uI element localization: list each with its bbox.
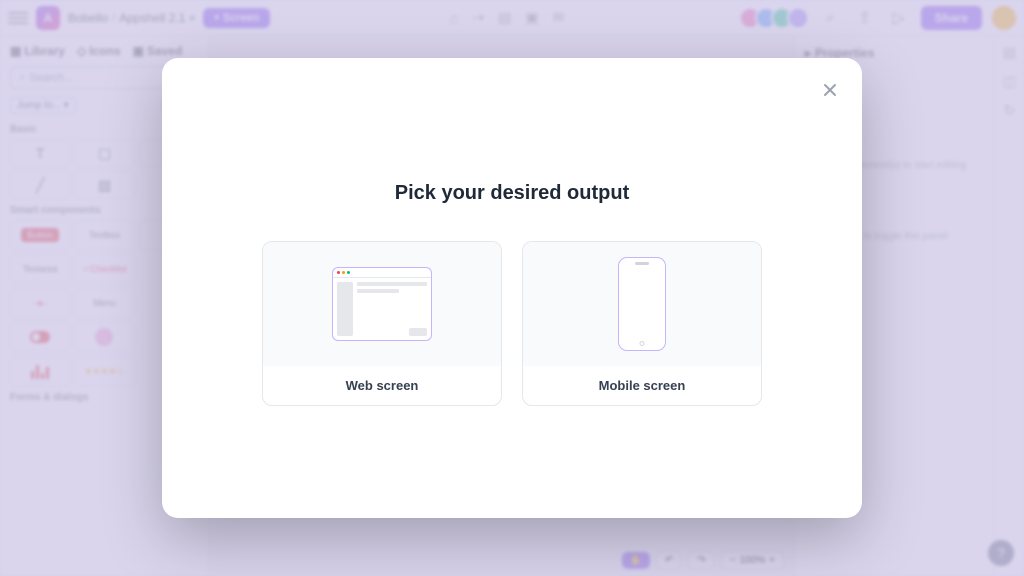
option-mobile-label: Mobile screen [523, 366, 761, 405]
option-web-screen[interactable]: Web screen [262, 241, 502, 406]
output-picker-modal: Pick your desired output [162, 58, 862, 518]
option-web-label: Web screen [263, 366, 501, 405]
close-button[interactable] [818, 78, 842, 102]
modal-title: Pick your desired output [395, 182, 629, 205]
phone-frame-icon [618, 257, 666, 351]
option-mobile-screen[interactable]: Mobile screen [522, 241, 762, 406]
mobile-preview [523, 242, 761, 366]
web-preview [263, 242, 501, 366]
browser-window-icon [332, 267, 432, 341]
close-icon [822, 82, 838, 98]
modal-backdrop[interactable]: Pick your desired output [0, 0, 1024, 576]
